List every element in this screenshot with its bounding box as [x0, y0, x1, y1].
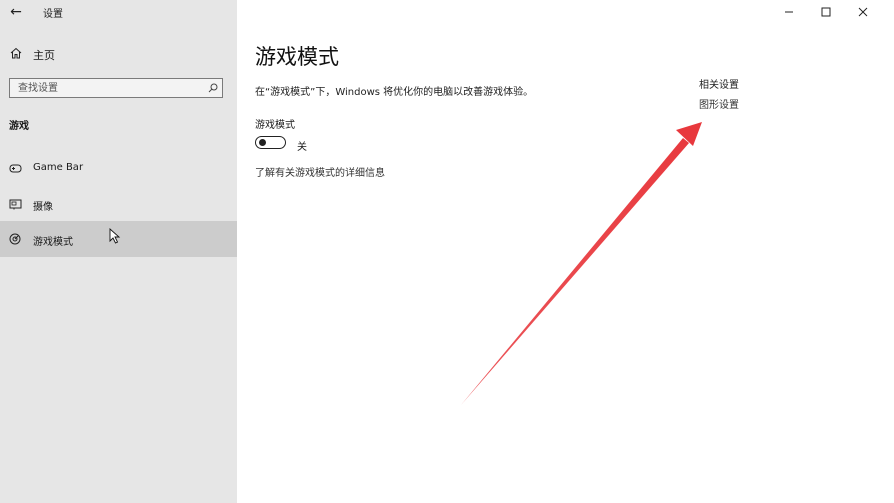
game-bar-icon	[9, 164, 22, 173]
sidebar-item-label: 主页	[33, 49, 55, 62]
app-title: 设置	[43, 9, 63, 20]
sidebar-item-capture[interactable]: 摄像	[0, 186, 237, 222]
page-description: 在“游戏模式”下，Windows 将优化你的电脑以改善游戏体验。	[255, 87, 534, 98]
sidebar-item-game-bar[interactable]: Game Bar	[0, 150, 237, 186]
related-settings-title: 相关设置	[699, 80, 739, 91]
sidebar-item-label: 摄像	[33, 202, 53, 213]
game-mode-toggle[interactable]	[255, 136, 286, 149]
toggle-knob	[259, 139, 266, 146]
sidebar: ← 设置 主页 游戏 Game Bar 摄像	[0, 0, 237, 503]
toggle-label: 游戏模式	[255, 120, 295, 131]
section-title: 游戏	[9, 121, 29, 132]
learn-more-link[interactable]: 了解有关游戏模式的详细信息	[255, 164, 385, 179]
window-controls	[774, 0, 894, 24]
minimize-icon[interactable]	[780, 4, 798, 20]
home-icon	[10, 47, 22, 59]
close-icon[interactable]	[854, 4, 872, 20]
sidebar-item-label: Game Bar	[33, 162, 84, 173]
sidebar-item-home[interactable]: 主页	[0, 43, 237, 65]
mouse-cursor-icon	[109, 228, 121, 244]
back-arrow-icon[interactable]: ←	[6, 3, 26, 21]
maximize-icon[interactable]	[817, 4, 835, 20]
search-input[interactable]	[18, 81, 198, 95]
game-mode-icon	[9, 233, 21, 245]
title-bar: ← 设置	[0, 0, 237, 24]
search-box[interactable]	[9, 78, 223, 98]
sidebar-item-label: 游戏模式	[33, 237, 73, 248]
toggle-state-label: 关	[297, 142, 307, 153]
page-title: 游戏模式	[255, 45, 339, 69]
graphics-settings-link[interactable]: 图形设置	[699, 96, 739, 111]
capture-icon	[9, 199, 22, 210]
search-icon[interactable]	[208, 83, 218, 93]
